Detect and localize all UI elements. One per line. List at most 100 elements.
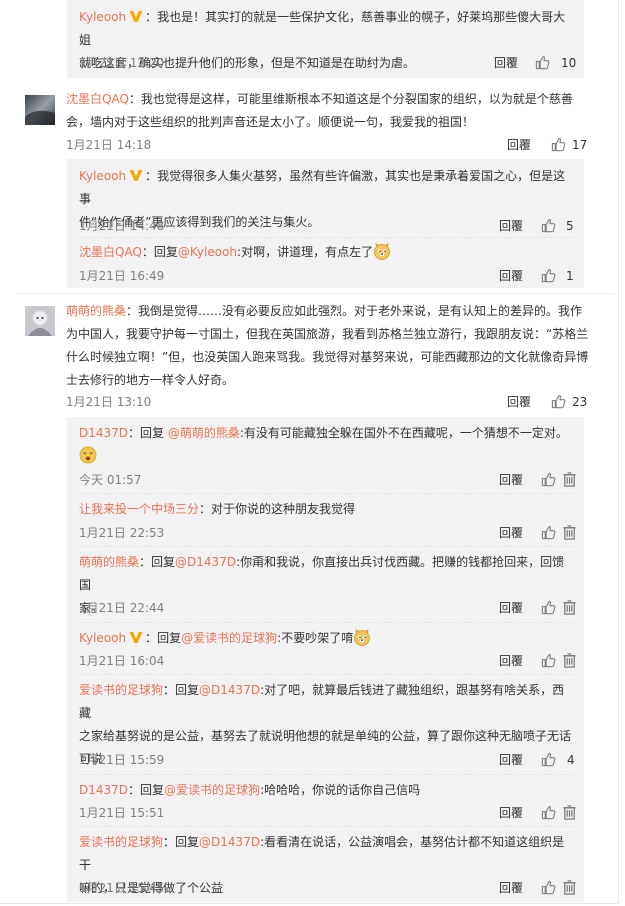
comment: 萌萌的熊桑：我倒是觉得……没有必要反应如此强烈。对于老外来说，是有认知上的差异的… bbox=[66, 300, 597, 409]
delete-icon[interactable] bbox=[562, 880, 577, 895]
thumb-up-icon[interactable] bbox=[541, 805, 556, 820]
user-name[interactable]: 沈墨白QAQ bbox=[66, 92, 129, 106]
thumb-up-icon[interactable] bbox=[551, 394, 566, 409]
delete-icon[interactable] bbox=[562, 600, 577, 615]
timestamp: 1月21日 15:45 bbox=[79, 881, 165, 895]
comment-text: 我倒是觉得……没有必要反应如此强烈。对于老外来说，是有认知上的差异的。我作 bbox=[138, 304, 583, 318]
mention-link[interactable]: @D1437D bbox=[175, 555, 236, 569]
comment-text: :有没有可能藏独全躲在国外不在西藏呢，一个猜想不一定对。 bbox=[239, 426, 568, 440]
comment-meta: 1月21日 14:48 回覆 5 bbox=[79, 216, 574, 236]
doge-emoji-icon bbox=[353, 628, 371, 646]
user-name[interactable]: 沈墨白QAQ bbox=[79, 245, 142, 259]
like-count: 10 bbox=[561, 56, 577, 70]
divider bbox=[16, 293, 615, 294]
reply-item: D1437D：回复@爱读书的足球狗:哈哈哈，你说的话你自己信吗 1月21日 15… bbox=[79, 779, 572, 820]
thumb-up-icon[interactable] bbox=[541, 525, 556, 540]
user-name[interactable]: 让我来投一个中场三分 bbox=[79, 502, 199, 516]
divider bbox=[79, 774, 572, 775]
delete-icon[interactable] bbox=[562, 472, 577, 487]
reply-button[interactable]: 回覆 bbox=[499, 750, 523, 770]
comment-text: :哈哈哈，你说的话你自己信吗 bbox=[260, 783, 421, 797]
reply-prefix: 回复 bbox=[153, 245, 178, 259]
timestamp: 1月21日 15:59 bbox=[79, 753, 165, 767]
thumb-up-icon[interactable] bbox=[541, 752, 556, 767]
user-name[interactable]: 爱读书的足球狗 bbox=[79, 683, 163, 697]
timestamp: 1月21日 16:04 bbox=[79, 654, 165, 668]
mention-link[interactable]: @Kyleooh bbox=[178, 245, 237, 259]
reply-button[interactable]: 回覆 bbox=[499, 523, 523, 543]
colon: ： bbox=[128, 92, 141, 106]
mention-link[interactable]: @萌萌的熊桑 bbox=[168, 426, 240, 440]
user-name[interactable]: Kyleooh bbox=[79, 169, 126, 183]
divider bbox=[79, 546, 572, 547]
reply-button[interactable]: 回覆 bbox=[499, 216, 523, 236]
avatar[interactable] bbox=[25, 95, 55, 125]
comment-meta: 1月21日 15:51 回覆 bbox=[79, 803, 572, 823]
colon: ： bbox=[126, 304, 139, 318]
comment-meta: 1月21日 22:44 回覆 bbox=[79, 598, 572, 618]
reply-item: Kyleooh ：我觉得很多人集火基努，虽然有些许偏激，其实也是秉承着爱国之心，但… bbox=[79, 165, 574, 236]
delete-icon[interactable] bbox=[562, 525, 577, 540]
colon: ： bbox=[163, 683, 176, 697]
comment-text: 对于你说的这种朋友我觉得 bbox=[211, 502, 356, 516]
avatar[interactable] bbox=[25, 306, 55, 336]
comment-text: 我也觉得是这样，可能里维斯根本不知道这是个分裂国家的组织，以为就是个慈善 bbox=[140, 92, 573, 106]
reply-button[interactable]: 回覆 bbox=[499, 803, 523, 823]
reply-button[interactable]: 回覆 bbox=[499, 878, 523, 898]
timestamp: 1月21日 14:18 bbox=[66, 138, 152, 152]
user-name[interactable]: 萌萌的熊桑 bbox=[79, 555, 139, 569]
comment-meta: 1月21日 14:18 回覆 17 bbox=[66, 135, 597, 155]
mention-link[interactable]: @D1437D bbox=[199, 835, 260, 849]
doge-emoji-icon bbox=[373, 242, 391, 260]
reply-button[interactable]: 回覆 bbox=[507, 392, 531, 412]
mention-link[interactable]: @爱读书的足球狗 bbox=[164, 783, 260, 797]
comment-meta: 1月21日 15:45 回覆 bbox=[79, 878, 572, 898]
delete-icon[interactable] bbox=[562, 805, 577, 820]
user-name[interactable]: D1437D bbox=[79, 426, 128, 440]
timestamp: 1月21日 13:10 bbox=[66, 395, 152, 409]
user-name[interactable]: Kyleooh bbox=[79, 10, 126, 24]
colon: ： bbox=[128, 426, 141, 440]
colon: ： bbox=[145, 169, 158, 183]
like-count: 4 bbox=[567, 753, 575, 767]
timestamp: 1月21日 15:51 bbox=[79, 806, 165, 820]
delete-icon[interactable] bbox=[562, 653, 577, 668]
timestamp: 1月21日 12:20 bbox=[79, 56, 165, 70]
reply-button[interactable]: 回覆 bbox=[507, 135, 531, 155]
thumb-up-icon[interactable] bbox=[541, 472, 556, 487]
timestamp: 1月21日 14:48 bbox=[79, 219, 165, 233]
comment-text: :不要吵架了唷 bbox=[277, 631, 354, 645]
reply-button[interactable]: 回覆 bbox=[499, 470, 523, 490]
timestamp: 1月21日 22:53 bbox=[79, 526, 165, 540]
user-name[interactable]: 萌萌的熊桑 bbox=[66, 304, 126, 318]
reply-button[interactable]: 回覆 bbox=[499, 598, 523, 618]
user-name[interactable]: Kyleooh bbox=[79, 631, 126, 645]
divider bbox=[79, 826, 572, 827]
user-name[interactable]: D1437D bbox=[79, 783, 128, 797]
mention-link[interactable]: @D1437D bbox=[199, 683, 260, 697]
divider bbox=[79, 237, 572, 238]
like-count: 1 bbox=[566, 269, 574, 283]
reply-button[interactable]: 回覆 bbox=[499, 266, 523, 286]
colon: ： bbox=[139, 555, 152, 569]
thumb-up-icon[interactable] bbox=[541, 218, 556, 233]
colon: ： bbox=[145, 10, 158, 24]
mention-link[interactable]: @爱读书的足球狗 bbox=[181, 631, 277, 645]
thumb-up-icon[interactable] bbox=[541, 880, 556, 895]
user-name[interactable]: 爱读书的足球狗 bbox=[79, 835, 163, 849]
comment-meta: 1月21日 12:20 回覆 10 bbox=[79, 53, 576, 73]
thumb-up-icon[interactable] bbox=[541, 268, 556, 283]
reply-button[interactable]: 回覆 bbox=[499, 651, 523, 671]
comment-meta: 1月21日 16:04 回覆 bbox=[79, 651, 572, 671]
reply-button[interactable]: 回覆 bbox=[494, 53, 518, 73]
reply-prefix: 回复 bbox=[175, 835, 200, 849]
comment-text: 士去修行的地方一样令人好奇。 bbox=[66, 373, 235, 387]
reply-item: 让我来投一个中场三分：对于你说的这种朋友我觉得 1月21日 22:53 回覆 bbox=[79, 498, 572, 540]
thumb-up-icon[interactable] bbox=[551, 137, 566, 152]
timestamp: 1月21日 22:44 bbox=[79, 601, 165, 615]
timestamp: 1月21日 16:49 bbox=[79, 269, 165, 283]
thumb-up-icon[interactable] bbox=[541, 653, 556, 668]
thumb-up-icon[interactable] bbox=[541, 600, 556, 615]
reply-box: D1437D：回复 @萌萌的熊桑:有没有可能藏独全躲在国外不在西藏呢，一个猜想不… bbox=[67, 417, 584, 902]
thumb-up-icon[interactable] bbox=[535, 55, 550, 70]
